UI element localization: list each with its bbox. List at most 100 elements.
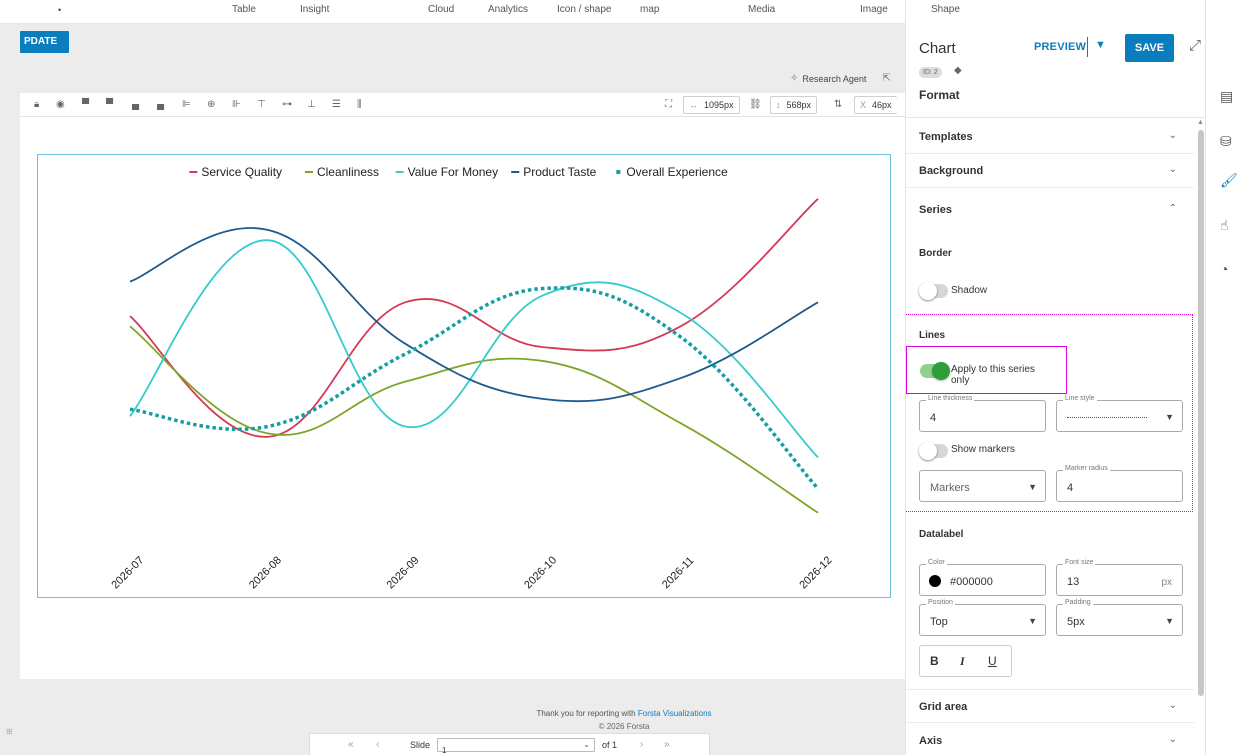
legend-item-2[interactable]: Value For Money [395, 165, 499, 179]
visibility-eye-icon[interactable]: ◉ [56, 99, 65, 111]
last-slide-button[interactable]: » [664, 739, 670, 750]
position-icon[interactable]: ⇅ [834, 99, 842, 111]
bring-to-front-icon[interactable]: ▀ [106, 99, 113, 111]
chart-container[interactable]: Service Quality Cleanliness Value For Mone… [37, 154, 891, 598]
category-analytics[interactable]: Analytics [488, 4, 528, 15]
align-top-icon[interactable]: ⊤ [257, 99, 266, 111]
first-slide-button[interactable]: « [348, 739, 354, 750]
position-select[interactable]: Position Top ▼ [919, 599, 1046, 636]
fit-size-icon[interactable]: ⛶ [665, 99, 672, 111]
properties-icon[interactable]: ▤ [1220, 88, 1233, 105]
underline-button[interactable]: U [988, 654, 997, 668]
x-tick-label: 2026-12 [797, 554, 834, 591]
research-agent-link[interactable]: ✧ Research Agent ⇱ [790, 73, 891, 84]
section-axis[interactable]: Axis ⌄ [906, 724, 1194, 755]
align-center-icon[interactable]: ⊕ [207, 99, 215, 111]
align-right-icon[interactable]: ⊪ [232, 99, 241, 111]
align-bottom-icon[interactable]: ⊥ [307, 99, 316, 111]
font-size-input[interactable]: Font size 13 px [1056, 559, 1183, 596]
lock-icon[interactable]: 🔒︎ [34, 99, 39, 111]
legend-marker [395, 171, 404, 173]
category-shape[interactable]: Shape [931, 4, 960, 15]
shadow-toggle[interactable] [919, 282, 948, 300]
bold-button[interactable]: B [930, 654, 939, 668]
color-swatch[interactable] [929, 575, 941, 587]
apply-series-toggle[interactable] [920, 362, 950, 380]
section-grid-area[interactable]: Grid area ⌄ [906, 689, 1194, 723]
legend-label: Cleanliness [317, 165, 379, 179]
tag-icon[interactable]: ◆ [954, 65, 962, 76]
width-arrow-icon: ↔ [689, 100, 698, 110]
height-input[interactable]: ↕ 568px [770, 96, 818, 114]
forsta-link[interactable]: Forsta Visualizations [638, 709, 712, 718]
database-icon[interactable]: ⛁ [1220, 133, 1232, 150]
italic-button[interactable]: I [960, 654, 965, 669]
series-line-4[interactable] [129, 286, 820, 490]
legend-item-1[interactable]: Cleanliness [304, 165, 379, 179]
preview-button[interactable]: PREVIEW [1034, 41, 1086, 53]
interaction-icon[interactable]: ☝ [1220, 217, 1229, 234]
scroll-up-icon[interactable]: ▲ [1197, 119, 1204, 126]
divider [906, 117, 1205, 118]
of-slides-label: of 1 [602, 740, 618, 750]
category-cloud[interactable]: Cloud [428, 4, 454, 15]
marker-radius-input[interactable]: Marker radius 4 [1056, 465, 1183, 502]
show-markers-label: Show markers [951, 444, 1015, 455]
panel-scrollbar[interactable] [1198, 130, 1204, 696]
bring-forward-icon[interactable]: ▀ [82, 99, 89, 111]
padding-select[interactable]: Padding 5px ▼ [1056, 599, 1183, 636]
chart-settings-icon[interactable]: ◔ [1220, 261, 1228, 277]
height-arrow-icon: ↕ [776, 100, 781, 110]
align-left-icon[interactable]: ⊫ [182, 99, 191, 111]
markers-select[interactable]: Markers ▼ [919, 470, 1046, 502]
category-table[interactable]: Table [232, 4, 256, 15]
series-line-1[interactable] [129, 325, 819, 514]
distribute-horizontal-icon[interactable]: ⫼ [357, 99, 362, 111]
align-middle-icon[interactable]: ⊶ [282, 99, 292, 111]
prev-slide-button[interactable]: ‹ [376, 739, 379, 750]
datalabel-color-input[interactable]: Color #000000 [919, 559, 1046, 596]
expand-icon[interactable]: ⤢ [1189, 37, 1201, 54]
legend-label: Service Quality [201, 165, 282, 179]
caret-down-icon: ▼ [1028, 482, 1037, 492]
width-input[interactable]: ↔ 1095px [683, 96, 740, 114]
category-dropdown-icon[interactable]: • [58, 5, 61, 15]
x-position-input[interactable]: X 46px [854, 96, 897, 114]
next-slide-button[interactable]: › [640, 739, 643, 750]
category-insight[interactable]: Insight [300, 4, 329, 15]
legend-marker [304, 171, 313, 173]
series-line-3[interactable] [129, 227, 819, 403]
legend-item-0[interactable]: Service Quality [189, 165, 282, 179]
show-markers-toggle[interactable] [919, 442, 948, 460]
chevron-down-icon: ⌄ [1168, 734, 1177, 745]
distribute-vertical-icon[interactable]: ☰ [332, 99, 341, 111]
legend-item-4[interactable]: Overall Experience [616, 165, 728, 179]
category-media[interactable]: Media [748, 4, 775, 15]
share-icon[interactable]: ⇱ [882, 73, 890, 84]
line-thickness-input[interactable]: Line thickness 4 [919, 395, 1046, 432]
format-paint-icon[interactable]: 🖌︎ [1220, 172, 1238, 189]
legend-item-3[interactable]: Product Taste [511, 165, 597, 179]
section-background[interactable]: Background ⌄ [906, 154, 1194, 188]
dotted-style-preview [1067, 417, 1147, 418]
series-line-0[interactable] [129, 198, 819, 438]
chevron-down-icon: ⌄ [583, 740, 590, 749]
chart-legend: Service Quality Cleanliness Value For Mone… [189, 165, 728, 179]
lock-ratio-icon[interactable]: ⛓ [749, 99, 762, 111]
format-heading: Format [919, 88, 960, 102]
update-button[interactable]: PDATE [20, 31, 69, 53]
legend-marker [616, 170, 621, 174]
slide-select[interactable]: 1 ⌄ [437, 738, 595, 755]
category-icon-shape[interactable]: Icon / shape [557, 4, 611, 15]
send-backward-icon[interactable]: ▄ [132, 99, 139, 111]
send-to-back-icon[interactable]: ▄ [157, 99, 164, 111]
save-button[interactable]: SAVE [1125, 34, 1174, 62]
series-line-2[interactable] [129, 239, 819, 459]
section-templates[interactable]: Templates ⌄ [906, 120, 1194, 154]
category-image[interactable]: Image [860, 4, 888, 15]
line-style-select[interactable]: Line style ▼ [1056, 395, 1183, 432]
category-map[interactable]: map [640, 4, 659, 15]
section-series[interactable]: Series ⌃ [906, 193, 1194, 227]
left-edge-handle[interactable]: ⊞ [6, 727, 13, 736]
preview-dropdown-icon[interactable]: ▼ [1095, 39, 1106, 51]
